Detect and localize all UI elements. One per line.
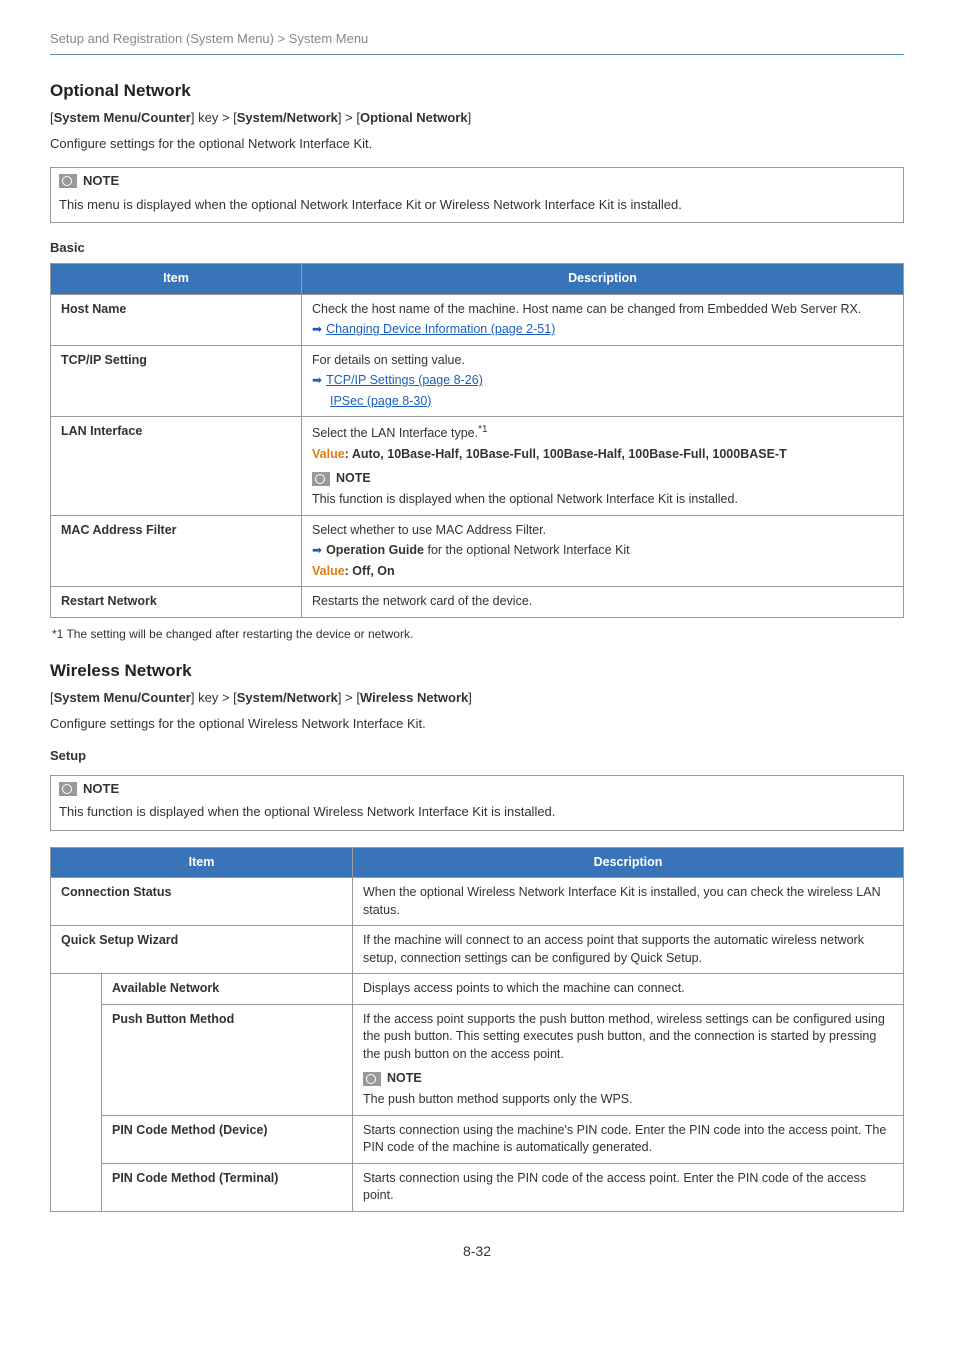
table-row: Available Network Displays access points… [51, 974, 904, 1005]
cell-subitem: Push Button Method [102, 1004, 353, 1115]
indent-cell [51, 974, 102, 1212]
note-label: NOTE [83, 172, 119, 190]
col-item: Item [51, 847, 353, 878]
table-row: TCP/IP Setting For details on setting va… [51, 345, 904, 417]
note-label: NOTE [83, 780, 119, 798]
section-title-wireless-network: Wireless Network [50, 659, 904, 683]
note-icon [59, 782, 77, 796]
table-row: Restart Network Restarts the network car… [51, 587, 904, 618]
arrow-icon: ➡ [312, 322, 322, 336]
xref-link[interactable]: TCP/IP Settings (page 8-26) [326, 373, 483, 387]
cell-description: Select the LAN Interface type.*1 Value: … [302, 417, 904, 516]
col-description: Description [302, 264, 904, 295]
guide-ref: Operation Guide [326, 543, 424, 557]
cell-description: Restarts the network card of the device. [302, 587, 904, 618]
menu-path-wireless-network: [System Menu/Counter] key > [System/Netw… [50, 689, 904, 707]
brk: ] > [ [338, 110, 360, 125]
cell-description: Starts connection using the machine's PI… [353, 1115, 904, 1163]
note-text: This menu is displayed when the optional… [59, 196, 895, 214]
note-text: This function is displayed when the opti… [312, 491, 893, 509]
wireless-setup-table: Item Description Connection Status When … [50, 847, 904, 1212]
menu-path-optional-network: [System Menu/Counter] key > [System/Netw… [50, 109, 904, 127]
basic-settings-table: Item Description Host Name Check the hos… [50, 263, 904, 618]
cell-item: Host Name [51, 294, 302, 345]
cell-item: LAN Interface [51, 417, 302, 516]
cell-description: Select whether to use MAC Address Filter… [302, 515, 904, 587]
path-part: System/Network [237, 110, 338, 125]
cell-item: Quick Setup Wizard [51, 926, 353, 974]
cell-item: Restart Network [51, 587, 302, 618]
cell-item: Connection Status [51, 878, 353, 926]
xref-link[interactable]: IPSec (page 8-30) [330, 394, 431, 408]
note-callout: NOTE This menu is displayed when the opt… [50, 167, 904, 222]
cell-item: TCP/IP Setting [51, 345, 302, 417]
cell-description: Check the host name of the machine. Host… [302, 294, 904, 345]
desc-line: Select the LAN Interface type.*1 [312, 423, 893, 443]
table-row: MAC Address Filter Select whether to use… [51, 515, 904, 587]
note-icon [59, 174, 77, 188]
desc-line: Select whether to use MAC Address Filter… [312, 522, 893, 540]
brk: ] > [ [338, 690, 360, 705]
cell-item: MAC Address Filter [51, 515, 302, 587]
brk: ] [468, 690, 472, 705]
desc-line: Check the host name of the machine. Host… [312, 301, 893, 319]
path-part: System/Network [237, 690, 338, 705]
section-description: Configure settings for the optional Netw… [50, 135, 904, 153]
table-row: PIN Code Method (Device) Starts connecti… [51, 1115, 904, 1163]
note-text: This function is displayed when the opti… [59, 803, 895, 821]
desc-line: For details on setting value. [312, 352, 893, 370]
table-row: PIN Code Method (Terminal) Starts connec… [51, 1163, 904, 1211]
desc-line: If the access point supports the push bu… [363, 1011, 893, 1064]
guide-rest: for the optional Network Interface Kit [424, 543, 630, 557]
breadcrumb-header: Setup and Registration (System Menu) > S… [50, 30, 904, 55]
table-row: Host Name Check the host name of the mac… [51, 294, 904, 345]
note-label: NOTE [387, 1070, 422, 1088]
section-description: Configure settings for the optional Wire… [50, 715, 904, 733]
path-part: Optional Network [360, 110, 468, 125]
cell-description: Starts connection using the PIN code of … [353, 1163, 904, 1211]
note-callout: NOTE This function is displayed when the… [50, 775, 904, 830]
section-title-optional-network: Optional Network [50, 79, 904, 103]
path-part: Wireless Network [360, 690, 468, 705]
brk: ] key > [ [191, 110, 237, 125]
path-part: System Menu/Counter [54, 690, 191, 705]
value-line: Value: Off, On [312, 563, 893, 581]
brk: ] key > [ [191, 690, 237, 705]
cell-description: If the machine will connect to an access… [353, 926, 904, 974]
footnote: *1 The setting will be changed after res… [52, 626, 904, 643]
note-icon [312, 472, 330, 486]
col-description: Description [353, 847, 904, 878]
subsection-basic: Basic [50, 239, 904, 257]
value-line: Value: Auto, 10Base-Half, 10Base-Full, 1… [312, 446, 893, 464]
path-part: System Menu/Counter [54, 110, 191, 125]
page-number: 8-32 [50, 1242, 904, 1262]
cell-subitem: PIN Code Method (Terminal) [102, 1163, 353, 1211]
table-row: Connection Status When the optional Wire… [51, 878, 904, 926]
table-row: Push Button Method If the access point s… [51, 1004, 904, 1115]
xref-link[interactable]: Changing Device Information (page 2-51) [326, 322, 555, 336]
cell-description: For details on setting value. ➡ TCP/IP Se… [302, 345, 904, 417]
cell-description: If the access point supports the push bu… [353, 1004, 904, 1115]
subsection-setup: Setup [50, 747, 904, 765]
cell-description: Displays access points to which the mach… [353, 974, 904, 1005]
cell-subitem: Available Network [102, 974, 353, 1005]
cell-description: When the optional Wireless Network Inter… [353, 878, 904, 926]
col-item: Item [51, 264, 302, 295]
cell-subitem: PIN Code Method (Device) [102, 1115, 353, 1163]
arrow-icon: ➡ [312, 543, 322, 557]
brk: ] [468, 110, 472, 125]
note-label: NOTE [336, 470, 371, 488]
table-row: Quick Setup Wizard If the machine will c… [51, 926, 904, 974]
note-text: The push button method supports only the… [363, 1091, 893, 1109]
table-row: LAN Interface Select the LAN Interface t… [51, 417, 904, 516]
note-icon [363, 1072, 381, 1086]
arrow-icon: ➡ [312, 373, 322, 387]
